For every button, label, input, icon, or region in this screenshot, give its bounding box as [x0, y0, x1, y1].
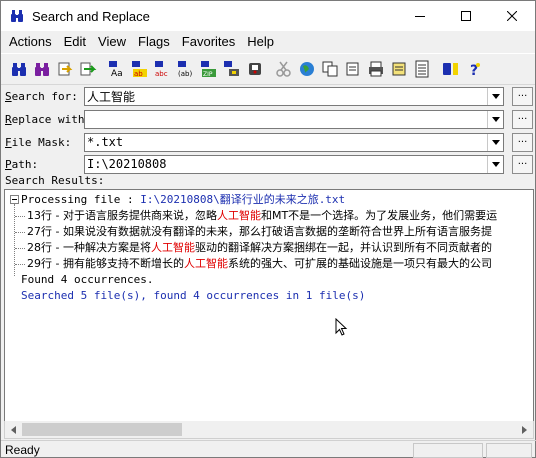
disk-icon[interactable] [244, 58, 266, 80]
search-for-input[interactable]: 人工智能 [85, 88, 487, 105]
search-results-label: Search Results: [5, 174, 105, 187]
svg-text:ab: ab [134, 70, 143, 78]
file-mask-label: File Mask: [5, 135, 72, 149]
status-panel [413, 443, 483, 458]
replace-in-files-icon[interactable] [77, 58, 99, 80]
menu-actions[interactable]: Actions [3, 31, 58, 53]
search-for-label: Search for: [5, 89, 78, 103]
search-results-pane[interactable]: Processing file : I:\20210808\翻译行业的未来之旅.… [4, 189, 534, 422]
processing-file-path[interactable]: I:\20210808\翻译行业的未来之旅.txt [140, 193, 345, 206]
svg-text:ZIP: ZIP [203, 71, 213, 78]
result-line[interactable]: 28行 - 一种解决方案是将人工智能驱动的翻译解决方案捆绑在一起，并认识到所有不… [27, 240, 492, 256]
match-highlight: 人工智能 [183, 257, 228, 270]
toolbar: Aa ab abc (ab) ZIP ? [1, 53, 535, 85]
file-mask-browse-button[interactable]: ... [512, 132, 533, 152]
maximize-icon [461, 11, 471, 21]
svg-text:abc: abc [155, 70, 168, 78]
path-row: Path: I:\20210808 ... [1, 154, 536, 174]
result-line-number: 27行 [27, 225, 52, 238]
zip-search-icon[interactable]: ZIP [198, 58, 220, 80]
result-line-number: 29行 [27, 257, 52, 270]
status-bar: Ready [1, 440, 536, 458]
path-input[interactable]: I:\20210808 [85, 157, 487, 171]
cut-icon[interactable] [273, 58, 295, 80]
menu-view[interactable]: View [92, 31, 132, 53]
replace-with-row: Replace with: ... [1, 109, 536, 129]
scrollbar-thumb[interactable] [22, 423, 182, 436]
find-icon[interactable] [8, 58, 30, 80]
tree-line [15, 248, 25, 249]
favorites-search-icon[interactable] [440, 58, 462, 80]
found-count-line: Found 4 occurrences. [21, 273, 154, 286]
tree-line [15, 216, 25, 217]
chevron-down-icon[interactable] [487, 155, 503, 173]
processing-file-line[interactable]: Processing file : I:\20210808\翻译行业的未来之旅.… [21, 192, 345, 208]
close-icon [507, 11, 517, 21]
status-text: Ready [5, 443, 40, 457]
title-bar: Search and Replace [1, 1, 535, 31]
search-for-row: Search for: 人工智能 ... [1, 86, 536, 106]
svg-text:(ab): (ab) [178, 70, 192, 78]
special-chars-icon[interactable]: (ab) [175, 58, 197, 80]
result-line[interactable]: 29行 - 拥有能够支持不断增长的人工智能系统的强大、可扩展的基础设施是一项只有… [27, 256, 492, 272]
status-panel [486, 443, 532, 458]
chevron-down-icon[interactable] [487, 110, 503, 128]
path-label: Path: [5, 157, 39, 171]
menu-edit[interactable]: Edit [58, 31, 92, 53]
notes-icon[interactable] [388, 58, 410, 80]
search-for-combo[interactable]: 人工智能 [84, 86, 504, 106]
replace-with-combo[interactable] [84, 109, 504, 129]
file-mask-input[interactable]: *.txt [85, 135, 487, 149]
replace-with-browse-button[interactable]: ... [512, 109, 533, 129]
result-line[interactable]: 27行 - 如果说没有数据就没有翻译的未来，那么打破语言数据的垄断符合世界上所有… [27, 224, 492, 240]
menu-help[interactable]: Help [241, 31, 280, 53]
window-title: Search and Replace [32, 8, 150, 24]
menu-flags[interactable]: Flags [132, 31, 176, 53]
print-icon[interactable] [365, 58, 387, 80]
replace-with-label: Replace with: [5, 112, 92, 126]
result-line-number: 28行 [27, 241, 52, 254]
collapse-tree-icon[interactable] [10, 195, 19, 204]
replace-icon[interactable] [54, 58, 76, 80]
globe-icon[interactable] [296, 58, 318, 80]
chevron-down-icon[interactable] [487, 87, 503, 105]
processing-prefix: Processing file : [21, 193, 141, 206]
scroll-right-icon[interactable] [516, 421, 533, 438]
close-button[interactable] [489, 1, 535, 31]
path-combo[interactable]: I:\20210808 [84, 154, 504, 174]
svg-text:Aa: Aa [111, 69, 123, 78]
result-line-number: 13行 [27, 209, 52, 222]
case-sensitive-icon[interactable]: Aa [106, 58, 128, 80]
scroll-left-icon[interactable] [5, 421, 22, 438]
delete-icon[interactable] [342, 58, 364, 80]
copy-icon[interactable] [319, 58, 341, 80]
menu-bar: Actions Edit View Flags Favorites Help [1, 31, 535, 53]
tree-line [15, 232, 25, 233]
maximize-button[interactable] [443, 1, 489, 31]
mouse-cursor-icon [335, 318, 348, 336]
minimize-button[interactable] [397, 1, 443, 31]
binoculars-app-icon [9, 8, 25, 24]
menu-favorites[interactable]: Favorites [176, 31, 241, 53]
whole-word-icon[interactable]: ab [129, 58, 151, 80]
chevron-down-icon[interactable] [487, 133, 503, 151]
regex-icon[interactable]: abc [152, 58, 174, 80]
help-icon[interactable]: ? [463, 58, 485, 80]
file-mask-row: File Mask: *.txt ... [1, 132, 536, 152]
search-summary-line: Searched 5 file(s), found 4 occurrences … [21, 289, 366, 302]
path-browse-button[interactable]: ... [512, 154, 533, 174]
subfolders-icon[interactable] [221, 58, 243, 80]
match-highlight: 人工智能 [150, 241, 195, 254]
tree-line [14, 204, 15, 276]
tree-line [15, 264, 25, 265]
app-window: Search and Replace Actions Edit View Fla… [0, 0, 536, 458]
match-highlight: 人工智能 [216, 209, 261, 222]
list-icon[interactable] [411, 58, 433, 80]
file-mask-combo[interactable]: *.txt [84, 132, 504, 152]
result-line[interactable]: 13行 - 对于语言服务提供商来说，忽略人工智能和MT不是一个选择。为了发展业务… [27, 208, 497, 224]
find-in-files-icon[interactable] [31, 58, 53, 80]
minimize-icon [415, 16, 425, 17]
horizontal-scrollbar[interactable] [4, 421, 534, 439]
search-for-browse-button[interactable]: ... [512, 86, 533, 106]
